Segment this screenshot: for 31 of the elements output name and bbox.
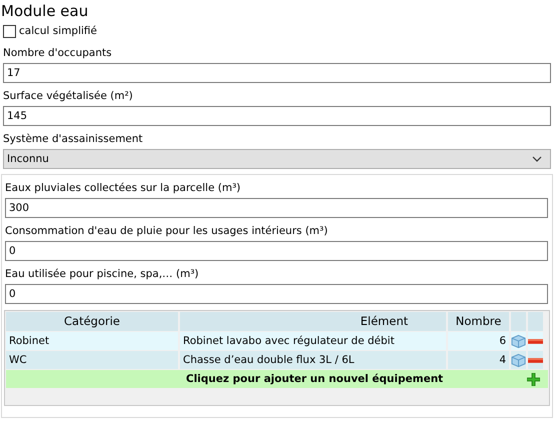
table-cell: Robinet lavabo avec régulateur de débit: [180, 332, 446, 350]
column-header[interactable]: Catégorie: [6, 312, 178, 331]
dropdown[interactable]: Inconnu: [3, 149, 551, 169]
checkbox-label: calcul simplifié: [19, 25, 97, 37]
cube-icon[interactable]: [511, 334, 526, 348]
input-field[interactable]: 145: [3, 106, 551, 126]
input-field[interactable]: 17: [3, 63, 551, 83]
cube-icon[interactable]: [511, 352, 526, 368]
field-label: Surface végétalisée (m²): [3, 89, 134, 104]
add-icon[interactable]: [527, 372, 540, 386]
input-field[interactable]: 0: [5, 241, 548, 261]
module-title: Module eau: [1, 1, 90, 22]
field-label: Consommation d'eau de pluie pour les usages intérieurs (m³): [5, 224, 329, 239]
field-label: Nombre d'occupants: [3, 46, 113, 61]
table-cell: WC: [6, 351, 178, 369]
remove-icon[interactable]: [528, 358, 543, 362]
input-field[interactable]: 0: [5, 284, 548, 304]
column-header[interactable]: Elément: [180, 312, 446, 331]
field-label: Système d'assainissement: [3, 132, 144, 147]
remove-icon[interactable]: [528, 338, 543, 344]
table-cell: Robinet: [6, 332, 178, 350]
simplified-checkbox[interactable]: [3, 24, 16, 38]
table-cell: Chasse d’eau double flux 3L / 6L: [180, 351, 446, 369]
field-label: Eau utilisée pour piscine, spa,… (m³): [5, 267, 200, 282]
field-label: Eaux pluviales collectées sur la parcelle (m³): [5, 181, 242, 196]
add-equipment-row[interactable]: Cliquez pour ajouter un nouvel équipement: [6, 370, 548, 388]
table-cell: 6: [448, 332, 509, 350]
column-header[interactable]: Nombre: [448, 312, 509, 331]
chevron-icon: [532, 156, 542, 162]
table-cell: 4: [448, 351, 509, 369]
input-field[interactable]: 300: [5, 198, 548, 218]
